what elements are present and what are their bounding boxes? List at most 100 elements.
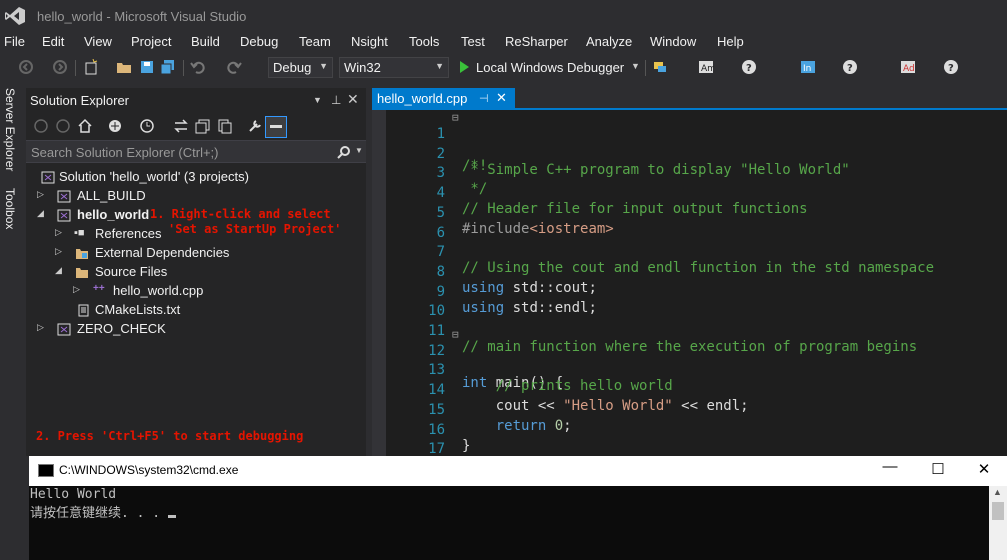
annotation-step-2: 2. Press 'Ctrl+F5' to start debugging <box>36 429 304 443</box>
help-circle-icon[interactable]: ? <box>943 59 959 75</box>
close-icon[interactable]: ✕ <box>969 460 999 478</box>
undo-icon[interactable] <box>190 59 206 75</box>
tree-item-hello-world-cpp[interactable]: ▷ ++ hello_world.cpp <box>26 282 366 301</box>
resharper-ad-icon[interactable]: Ad <box>900 59 916 75</box>
toolbar: Debug ▼ Win32 ▼ Local Windows Debugger ▼ A… <box>0 54 1007 82</box>
back-icon[interactable] <box>18 59 34 75</box>
search-placeholder: Search Solution Explorer (Ctrl+;) <box>31 145 219 160</box>
show-all-files-icon[interactable] <box>217 118 233 134</box>
menu-view[interactable]: View <box>84 34 112 49</box>
new-project-icon[interactable] <box>83 59 99 75</box>
menu-build[interactable]: Build <box>191 34 220 49</box>
close-icon[interactable]: ✕ <box>496 90 507 106</box>
solution-explorer-toolbar <box>26 114 366 140</box>
redo-icon[interactable] <box>226 59 242 75</box>
play-icon[interactable] <box>456 59 472 75</box>
solution-search-box[interactable]: Search Solution Explorer (Ctrl+;) ▼ <box>26 140 366 163</box>
minimize-icon[interactable]: — <box>875 458 905 475</box>
menu-debug[interactable]: Debug <box>240 34 278 49</box>
expand-arrow-icon[interactable]: ▷ <box>37 189 44 200</box>
svg-text:In: In <box>803 64 811 74</box>
resharper-in-icon[interactable]: In <box>800 59 816 75</box>
back-icon[interactable] <box>34 119 48 133</box>
collapse-arrow-icon[interactable]: ◢ <box>37 208 44 219</box>
tree-item-source-files[interactable]: ◢ Source Files <box>26 263 366 282</box>
resharper-am-icon[interactable]: Am <box>698 59 714 75</box>
scroll-up-icon[interactable]: ▲ <box>993 487 1002 497</box>
code-line: 17 <box>372 425 1007 457</box>
browser-link-icon[interactable] <box>652 59 668 75</box>
tab-hello-world-cpp[interactable]: hello_world.cpp ⊣ ✕ <box>372 88 515 110</box>
menu-file[interactable]: File <box>4 34 25 49</box>
search-icon[interactable] <box>337 145 351 159</box>
fold-toggle-icon[interactable]: ⊟ <box>452 111 459 124</box>
solution-explorer-title: Solution Explorer <box>30 93 129 108</box>
close-icon[interactable]: ✕ <box>347 91 359 108</box>
expand-arrow-icon[interactable]: ▷ <box>55 246 62 257</box>
collapse-arrow-icon[interactable]: ◢ <box>55 265 62 276</box>
tree-item-zero-check[interactable]: ▷ ZERO_CHECK <box>26 320 366 339</box>
references-icon: ▪■ <box>74 227 85 239</box>
menu-project[interactable]: Project <box>131 34 171 49</box>
cpp-file-icon: ++ <box>93 283 105 294</box>
sync-icon[interactable] <box>173 118 189 134</box>
menu-analyze[interactable]: Analyze <box>586 34 632 49</box>
toolbar-separator <box>183 60 184 76</box>
console-title: C:\WINDOWS\system32\cmd.exe <box>59 463 239 477</box>
console-title-bar[interactable]: C:\WINDOWS\system32\cmd.exe — ☐ ✕ <box>29 456 1007 486</box>
open-folder-icon[interactable] <box>116 59 132 75</box>
menu-team[interactable]: Team <box>299 34 331 49</box>
menu-tools[interactable]: Tools <box>409 34 439 49</box>
code-line: 10 <box>372 287 1007 319</box>
preview-icon <box>270 125 282 128</box>
code-line: 11 // main function where the execution … <box>372 307 1007 355</box>
window-title: hello_world - Microsoft Visual Studio <box>37 9 247 24</box>
scrollbar-thumb[interactable] <box>992 502 1004 520</box>
menu-help[interactable]: Help <box>717 34 744 49</box>
pin-icon[interactable]: ⊣ <box>479 92 489 105</box>
collapse-all-icon[interactable] <box>195 118 211 134</box>
server-explorer-tab[interactable]: Server Explorer <box>3 88 17 171</box>
console-output[interactable]: Hello World 请按任意键继续. . . <box>29 486 989 560</box>
menu-resharper[interactable]: ReSharper <box>505 34 568 49</box>
side-tool-strip: Server Explorer Toolbox <box>0 82 24 456</box>
home-icon[interactable] <box>77 118 93 134</box>
preview-selected-items-button[interactable] <box>265 116 287 138</box>
svg-text:Am: Am <box>701 64 714 74</box>
maximize-icon[interactable]: ☐ <box>923 460 953 478</box>
forward-icon[interactable] <box>52 59 68 75</box>
chevron-down-icon[interactable]: ▼ <box>313 95 322 105</box>
menu-test[interactable]: Test <box>461 34 485 49</box>
menu-edit[interactable]: Edit <box>42 34 64 49</box>
console-scrollbar[interactable]: ▲ <box>989 486 1007 560</box>
code-line: 5 #include<iostream> <box>372 189 1007 237</box>
solution-configuration-dropdown[interactable]: Debug ▼ <box>268 57 333 78</box>
tree-item-all-build[interactable]: ▷ ALL_BUILD <box>26 187 366 206</box>
menu-window[interactable]: Window <box>650 34 696 49</box>
code-editor[interactable]: 1 ⊟ /*! 2 * Simple C++ program to displa… <box>372 110 1007 457</box>
tree-item-solution[interactable]: Solution 'hello_world' (3 projects) <box>26 168 366 187</box>
tree-item-cmakelists[interactable]: CMakeLists.txt <box>26 301 366 320</box>
help-circle-icon[interactable]: ? <box>842 59 858 75</box>
toolbox-tab[interactable]: Toolbox <box>3 188 17 229</box>
solution-platform-dropdown[interactable]: Win32 ▼ <box>339 57 449 78</box>
chevron-down-icon[interactable]: ▼ <box>355 146 363 155</box>
tree-item-external-dependencies[interactable]: ▷ External Dependencies <box>26 244 366 263</box>
tree-item-label: hello_world <box>77 207 150 222</box>
chevron-down-icon[interactable]: ▼ <box>631 61 640 71</box>
properties-wrench-icon[interactable] <box>247 118 263 134</box>
save-all-icon[interactable] <box>160 59 176 75</box>
start-debugger-button[interactable]: Local Windows Debugger <box>476 60 624 75</box>
console-cursor <box>167 515 176 518</box>
expand-arrow-icon[interactable]: ▷ <box>73 284 80 295</box>
expand-arrow-icon[interactable]: ▷ <box>37 322 44 333</box>
pin-icon[interactable]: ⊥ <box>331 93 341 107</box>
forward-icon[interactable] <box>56 119 70 133</box>
help-circle-icon[interactable]: ? <box>741 59 757 75</box>
vs-solution-icon[interactable] <box>107 118 123 134</box>
fold-toggle-icon[interactable]: ⊟ <box>452 328 459 341</box>
expand-arrow-icon[interactable]: ▷ <box>55 227 62 238</box>
save-icon[interactable] <box>139 59 155 75</box>
menu-nsight[interactable]: Nsight <box>351 34 388 49</box>
pending-changes-icon[interactable] <box>139 118 155 134</box>
